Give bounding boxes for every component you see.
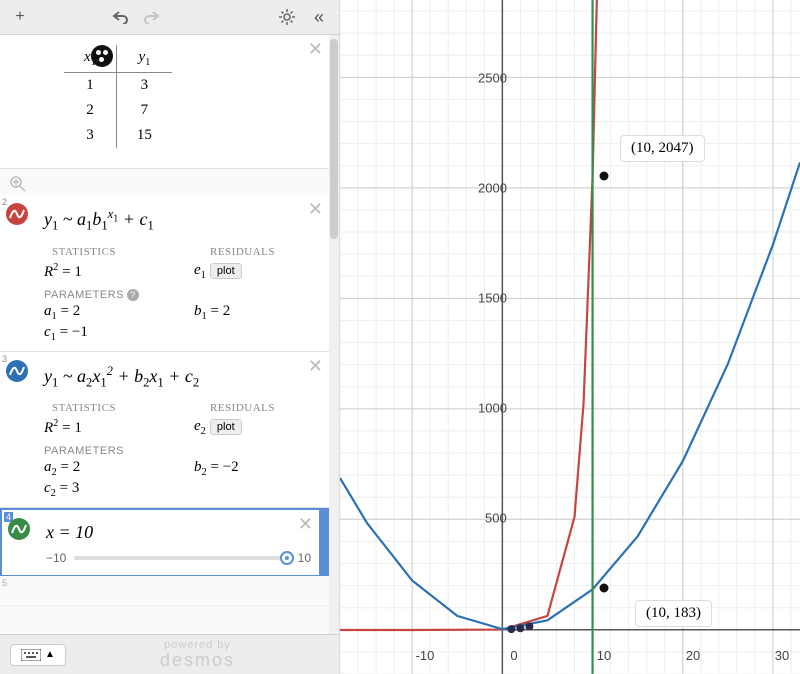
plot-residuals-button[interactable]: plot [210, 263, 242, 279]
close-icon[interactable]: ✕ [298, 514, 313, 535]
collapse-panel-button[interactable]: « [307, 5, 331, 29]
table-row[interactable]: 315 [64, 123, 172, 148]
regression-formula[interactable]: y1 ~ a1b1x1 + c1 [44, 207, 321, 234]
table-header-y[interactable]: y1 [116, 45, 172, 73]
slider-min[interactable]: −10 [46, 551, 66, 565]
graph-canvas[interactable]: (10, 2047) (10, 183) 500 1000 1500 2000 … [340, 0, 800, 674]
x-tick: 0 [510, 648, 517, 663]
parameters-label: PARAMETERS [44, 445, 321, 457]
point-label: (10, 183) [635, 600, 712, 627]
expression-regression-exp[interactable]: 2 ✕ y1 ~ a1b1x1 + c1 STATISTICS RESIDUAL… [0, 195, 329, 352]
close-icon[interactable]: ✕ [308, 199, 323, 220]
powered-by-desmos: powered by desmos [66, 640, 329, 669]
statistics-label: STATISTICS [52, 246, 142, 258]
expression-table[interactable]: ✕ x1 y1 13 27 315 [0, 35, 329, 169]
scroll-thumb[interactable] [330, 39, 338, 239]
param-b2: b2 = −2 [194, 459, 284, 478]
table-row[interactable]: 13 [64, 73, 172, 99]
empty-expression[interactable]: 5 [0, 576, 329, 606]
residual-e: e1plot [194, 262, 284, 281]
help-icon[interactable]: ? [127, 289, 139, 301]
chevron-up-icon: ▲ [45, 649, 55, 660]
curve-color-icon-green[interactable] [8, 518, 30, 540]
y-tick: 1000 [478, 401, 507, 416]
data-table[interactable]: x1 y1 13 27 315 [64, 45, 172, 148]
regression-formula[interactable]: y1 ~ a2x12 + b2x1 + c2 [44, 364, 321, 391]
expression-panel: + « ✕ x1 y1 [0, 0, 340, 674]
x-tick: -10 [416, 648, 435, 663]
add-expression-button[interactable]: + [8, 5, 32, 29]
graph-svg [340, 0, 800, 674]
close-icon[interactable]: ✕ [308, 39, 323, 60]
slider-formula[interactable]: x = 10 [46, 522, 311, 543]
r-squared-value: R2 = 1 [44, 262, 134, 281]
expression-regression-quad[interactable]: 3 ✕ y1 ~ a2x12 + b2x1 + c2 STATISTICS RE… [0, 352, 329, 509]
slider-thumb[interactable] [280, 551, 294, 565]
curve-color-icon-red[interactable] [6, 203, 28, 225]
slider-max[interactable]: 10 [298, 551, 311, 565]
y-tick: 500 [485, 511, 507, 526]
param-c2: c2 = 3 [44, 480, 134, 499]
parameters-label: PARAMETERS? [44, 289, 321, 301]
param-c1: c1 = −1 [44, 324, 134, 343]
statistics-label: STATISTICS [52, 402, 142, 414]
expression-list: ✕ x1 y1 13 27 315 [0, 35, 329, 634]
y-tick: 2000 [478, 181, 507, 196]
redo-button[interactable] [140, 5, 164, 29]
residual-e: e2plot [194, 418, 284, 437]
x-tick: 20 [686, 648, 700, 663]
x-tick: 30 [775, 648, 789, 663]
zoom-fit-icon[interactable] [6, 172, 30, 196]
panel-footer: ▲ powered by desmos [0, 634, 339, 674]
point-marker[interactable] [600, 584, 609, 593]
param-a1: a1 = 2 [44, 303, 134, 322]
curve-color-icon-blue[interactable] [6, 360, 28, 382]
expression-slider[interactable]: 4 ✕ x = 10 −10 10 [0, 508, 329, 576]
undo-button[interactable] [108, 5, 132, 29]
point-marker[interactable] [600, 172, 609, 181]
keyboard-icon [21, 649, 41, 661]
toolbar: + « [0, 0, 339, 35]
slider-track[interactable] [74, 556, 289, 560]
close-icon[interactable]: ✕ [308, 356, 323, 377]
y-tick: 1500 [478, 291, 507, 306]
r-squared-value: R2 = 1 [44, 418, 134, 437]
settings-button[interactable] [275, 5, 299, 29]
plot-residuals-button[interactable]: plot [210, 419, 242, 435]
keyboard-button[interactable]: ▲ [10, 644, 66, 666]
expression-index: 3 [2, 354, 7, 364]
table-row[interactable]: 27 [64, 98, 172, 123]
scrollbar[interactable] [329, 35, 339, 634]
residuals-label: RESIDUALS [210, 246, 300, 258]
residuals-label: RESIDUALS [210, 402, 300, 414]
y-tick: 2500 [478, 71, 507, 86]
x-tick: 10 [597, 648, 611, 663]
expression-index: 2 [2, 197, 7, 207]
table-point-style-icon[interactable] [91, 45, 113, 67]
point-label: (10, 2047) [620, 135, 705, 162]
param-a2: a2 = 2 [44, 459, 134, 478]
param-b1: b1 = 2 [194, 303, 284, 322]
